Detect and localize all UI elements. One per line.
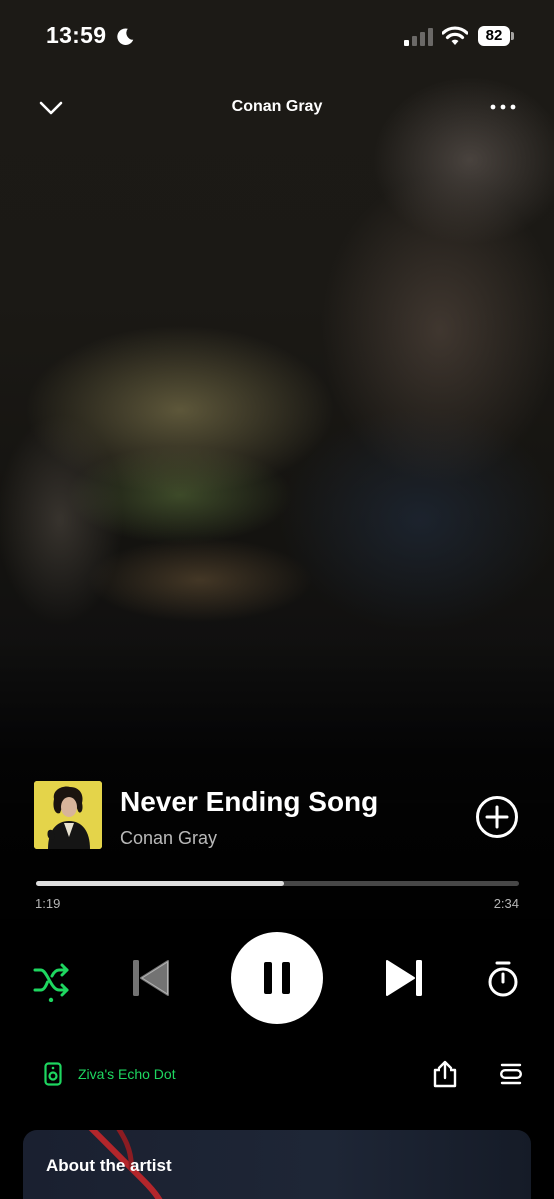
connected-device-label[interactable]: Ziva's Echo Dot [78,1066,176,1082]
share-icon[interactable] [432,1060,458,1088]
pause-button[interactable] [231,932,323,1024]
pause-icon [264,962,290,994]
battery-indicator: 82 [478,26,510,46]
time-total: 2:34 [493,896,519,911]
about-artist-card[interactable]: About the artist [23,1130,531,1199]
sleep-timer-icon[interactable] [485,960,521,998]
next-icon[interactable] [385,958,425,998]
add-circle-icon[interactable] [474,794,520,840]
moon-icon [117,28,134,45]
album-art-image [34,781,102,849]
shuffle-icon[interactable] [33,960,71,1002]
previous-icon[interactable] [130,958,170,998]
progress-bar[interactable] [36,881,519,886]
status-bar: 13:59 82 [0,0,554,70]
progress-fill [36,881,284,886]
album-art[interactable] [34,781,102,849]
speaker-icon[interactable] [44,1062,62,1086]
now-playing-screen: 13:59 82 Conan Gray Never Ending Song Co… [0,0,554,1199]
time-elapsed: 1:19 [35,896,61,911]
more-icon[interactable] [488,100,518,114]
track-artist[interactable]: Conan Gray [120,828,217,849]
about-artist-title: About the artist [46,1156,172,1175]
signal-icon [404,28,433,46]
status-time: 13:59 [46,22,107,48]
wifi-icon [442,26,468,45]
queue-icon[interactable] [499,1062,523,1086]
bottom-scrim [0,640,554,1199]
track-title: Never Ending Song [120,786,379,817]
battery-tip [511,32,514,40]
header-title: Conan Gray [231,98,323,115]
